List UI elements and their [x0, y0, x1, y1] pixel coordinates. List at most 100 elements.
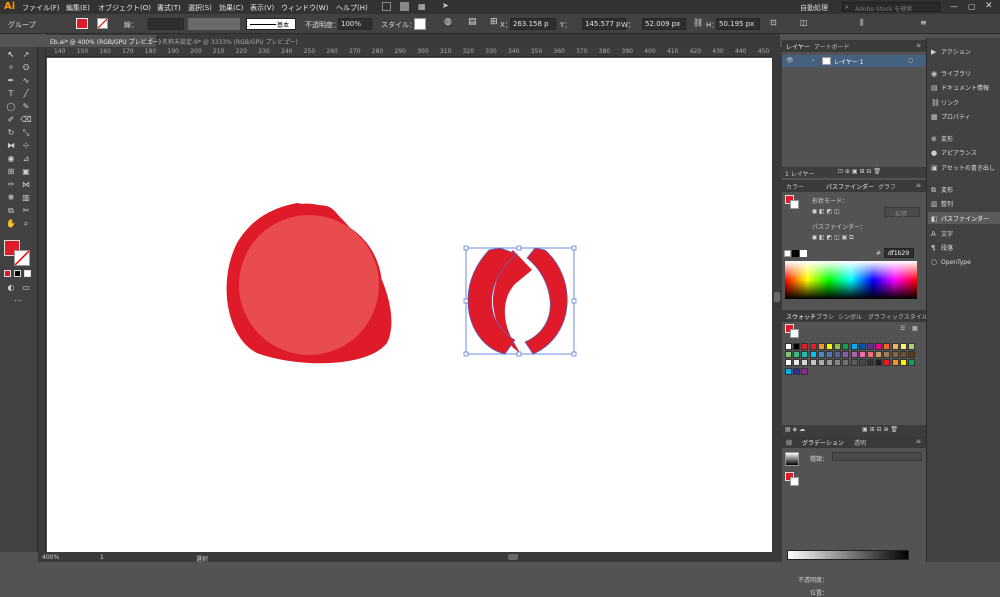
swatch[interactable] — [899, 359, 907, 367]
swatch[interactable] — [891, 343, 899, 350]
panel-align[interactable]: ▥ 整列 — [931, 199, 953, 208]
swatch[interactable] — [899, 351, 907, 359]
black-swatch[interactable] — [792, 250, 799, 257]
swatch[interactable] — [875, 343, 883, 350]
tab-close-icon[interactable]: × — [148, 36, 154, 44]
none-mode-button[interactable] — [24, 270, 31, 277]
vertical-scrollbar[interactable] — [772, 47, 782, 552]
layer-tools-icon[interactable]: ⊡ ⊕ ▣ ⊞ ⊟ 🗑 — [838, 168, 881, 175]
cherry-art[interactable] — [226, 203, 392, 364]
target-icon[interactable]: ○ — [908, 57, 913, 64]
swatch[interactable] — [809, 359, 817, 367]
pathfinder-buttons[interactable]: ◼ ◧ ◩ ◫ ▣ ⧉ — [812, 234, 853, 242]
swatch[interactable] — [858, 343, 866, 350]
panel-menu-icon[interactable]: ≡ — [916, 42, 921, 49]
panel-opentype[interactable]: ○ OpenType — [931, 258, 971, 266]
artboard-number[interactable]: 1 — [100, 554, 104, 561]
hand-tool-icon[interactable]: ✋ — [5, 218, 17, 230]
variable-width-profile[interactable] — [188, 18, 240, 30]
tab-pathfinder[interactable]: パスファインダー — [826, 182, 874, 191]
panel-menu-icon[interactable]: ≡ — [916, 438, 921, 445]
swatch[interactable] — [883, 343, 891, 350]
swatch[interactable] — [785, 351, 792, 359]
mesh-tool-icon[interactable]: ⊞ — [5, 166, 17, 178]
tab-swatches[interactable]: スウォッチ — [786, 312, 816, 321]
type-tool-icon[interactable]: T — [5, 88, 17, 100]
menu-help[interactable]: ヘルプ(H) — [336, 3, 368, 13]
swatch[interactable] — [850, 343, 858, 350]
gradient-tool-icon[interactable]: ▣ — [20, 166, 32, 178]
swatch[interactable] — [785, 367, 792, 375]
swatch[interactable] — [817, 343, 825, 350]
edit-toolbar-icon[interactable]: ⋯ — [12, 295, 24, 307]
panel-paragraph[interactable]: ¶ 段落 — [931, 243, 953, 252]
swatch[interactable] — [858, 359, 866, 367]
swatch[interactable] — [826, 359, 833, 367]
horizontal-ruler[interactable]: 140 150 160 170 180 190 200 210 220 230 240 250 260 2… — [46, 47, 772, 57]
swatch[interactable] — [908, 359, 915, 367]
zoom-level[interactable]: 400% — [42, 554, 59, 561]
swatch[interactable] — [785, 343, 792, 350]
x-field[interactable]: 263.158 p — [510, 18, 556, 30]
direct-selection-tool-icon[interactable]: ↗ — [20, 49, 32, 61]
menu-edit[interactable]: 編集(E) — [66, 3, 90, 13]
arrange-icon[interactable]: ▦ — [418, 2, 426, 11]
blend-tool-icon[interactable]: ⋈ — [20, 179, 32, 191]
stock-search[interactable]: ⌕ Adobe Stock を検索 — [842, 2, 940, 13]
swatch[interactable] — [801, 367, 809, 375]
free-transform-icon[interactable]: ⊹ — [20, 140, 32, 152]
eraser-icon[interactable]: ⌫ — [20, 114, 32, 126]
h-field[interactable]: 50.195 px — [716, 18, 760, 30]
swatch[interactable] — [875, 351, 883, 359]
search-input[interactable]: Adobe Stock を検索 — [855, 4, 912, 13]
tab-stroke[interactable]: 線 — [786, 438, 792, 447]
layer-name[interactable]: レイヤー 1 — [834, 57, 864, 66]
tab-artboards[interactable]: アートボード — [814, 42, 850, 51]
selection-tool-icon[interactable]: ↖ — [5, 49, 17, 61]
swatch[interactable] — [875, 359, 883, 367]
pathfinder-art[interactable] — [467, 247, 568, 355]
recolor-icon[interactable]: ◍ — [444, 17, 452, 27]
hex-field[interactable]: df1b29 — [884, 248, 914, 258]
transform-icon[interactable]: ⊡ — [770, 18, 777, 27]
w-field[interactable]: 52.009 px — [642, 18, 686, 30]
artboard[interactable] — [47, 58, 772, 552]
gradient-preview[interactable] — [785, 452, 799, 466]
stock-icon[interactable] — [400, 2, 409, 11]
panel-transform-2[interactable]: ⧉ 変形 — [931, 185, 953, 195]
minimize-icon[interactable]: — — [950, 2, 958, 11]
swatch[interactable] — [850, 351, 858, 359]
swatch-grid[interactable] — [785, 343, 923, 403]
swatch[interactable] — [842, 351, 850, 359]
magic-wand-icon[interactable]: ✧ — [5, 62, 17, 74]
shape-mode-buttons[interactable]: ◼ ◧ ◩ ◫ — [812, 208, 840, 215]
align-icon[interactable]: ▤ — [468, 17, 477, 27]
menu-select[interactable]: 選択(S) — [188, 3, 212, 13]
swatch[interactable] — [908, 351, 915, 359]
swatch[interactable] — [801, 343, 809, 350]
menu-view[interactable]: 表示(V) — [250, 3, 274, 13]
align-panel-icon[interactable]: ⫼ — [860, 18, 864, 28]
grid-view-icon[interactable]: ▦ — [912, 325, 918, 332]
shape-builder-icon[interactable]: ◉ — [5, 153, 17, 165]
swatch[interactable] — [842, 343, 850, 350]
panel-menu-icon[interactable]: ≡ — [920, 18, 927, 27]
vertical-ruler[interactable] — [38, 47, 46, 552]
swatch[interactable] — [850, 359, 858, 367]
stroke-swatch[interactable] — [97, 18, 108, 29]
gradient-slider[interactable] — [787, 550, 909, 560]
swatch-stroke-indicator[interactable] — [790, 329, 799, 338]
tab-transparency[interactable]: 透明 — [854, 438, 866, 447]
lasso-icon[interactable]: ʘ — [20, 62, 32, 74]
swatch[interactable] — [842, 359, 850, 367]
artboard-tool-icon[interactable]: ⧉ — [5, 205, 17, 217]
shaper-tool-icon[interactable]: ✐ — [5, 114, 17, 126]
swatch-actions-icon[interactable]: ▣ ⊞ ⊟ ⊕ 🗑 — [862, 426, 898, 433]
tab-layers[interactable]: レイヤー — [786, 42, 810, 51]
swatch[interactable] — [891, 351, 899, 359]
swatch[interactable] — [809, 351, 817, 359]
panel-document-info[interactable]: ▤ ドキュメント情報 — [931, 83, 989, 92]
rotate-tool-icon[interactable]: ↻ — [5, 127, 17, 139]
perspective-grid-icon[interactable]: ⊿ — [20, 153, 32, 165]
paintbrush-icon[interactable]: ✎ — [20, 101, 32, 113]
